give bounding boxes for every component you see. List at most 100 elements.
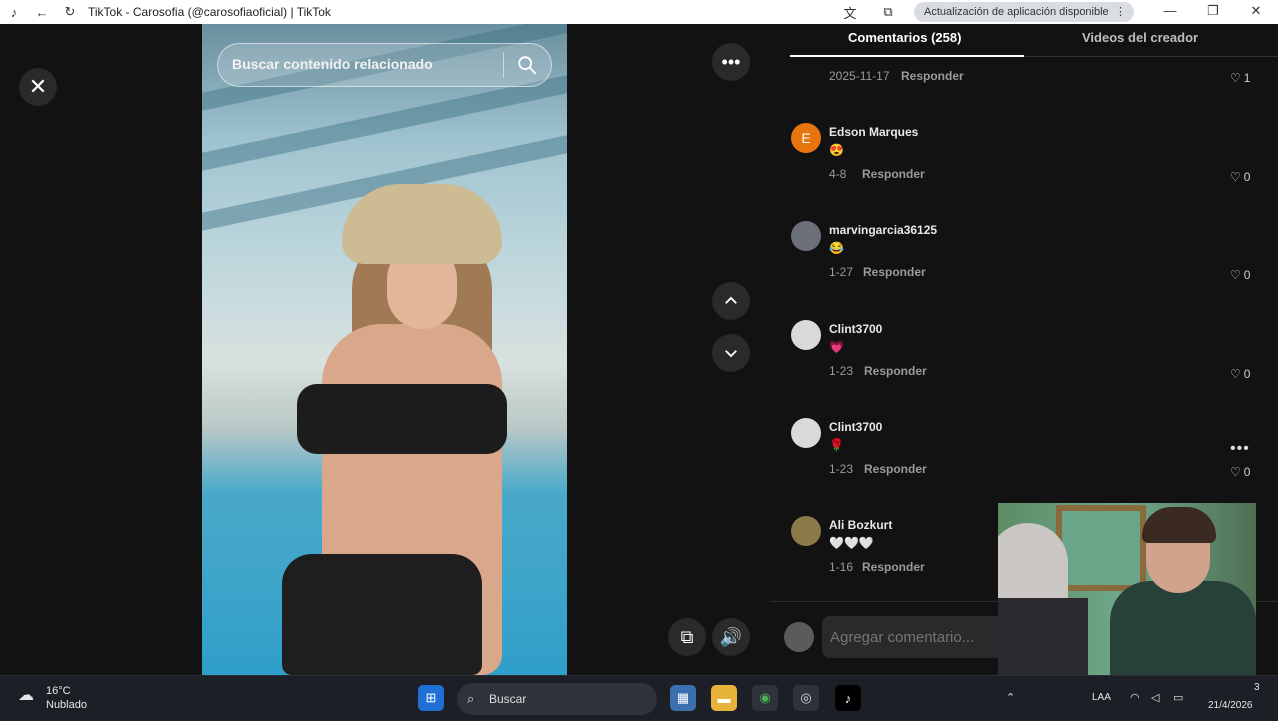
tab-creator-videos[interactable]: Videos del creador: [1082, 30, 1198, 45]
related-search-placeholder: Buscar contenido relacionado: [232, 56, 433, 72]
translate-icon[interactable]: 文: [842, 4, 858, 21]
reply-button[interactable]: Responder: [864, 462, 927, 476]
notification-count[interactable]: 3: [1254, 682, 1260, 693]
floating-player-button[interactable]: ⧉: [668, 618, 706, 656]
webcam-overlay: [998, 503, 1256, 675]
avatar[interactable]: [791, 418, 821, 448]
active-tab-indicator: [790, 55, 1024, 57]
wifi-icon[interactable]: ◠: [1130, 691, 1140, 704]
comment-username[interactable]: Clint3700: [829, 322, 882, 336]
chevron-down-icon: [725, 350, 737, 358]
like-count: 0: [1243, 170, 1251, 184]
comment-username[interactable]: Ali Bozkurt: [829, 518, 892, 532]
windows-taskbar: ☁ 16°C Nublado ⊞ ⌕ Buscar ▦ ▬ ◉ ◎ ♪ ⌃ LA…: [0, 675, 1278, 721]
start-icon[interactable]: ⊞: [418, 685, 444, 711]
video-viewer: ✕ Buscar contenido relacionado ••• ⧉ 🔊: [0, 24, 770, 675]
battery-icon[interactable]: ▭: [1173, 691, 1183, 704]
heart-icon: ♡: [1230, 465, 1241, 479]
more-options-button[interactable]: •••: [712, 43, 750, 81]
reply-button[interactable]: Responder: [863, 265, 926, 279]
taskbar-search[interactable]: ⌕ Buscar: [457, 683, 657, 715]
store-icon[interactable]: ▦: [670, 685, 696, 711]
browser-titlebar: ♪ ← ↻ TikTok - Carosofia (@carosofiaofic…: [0, 0, 1278, 24]
file-explorer-icon[interactable]: ▬: [711, 685, 737, 711]
tab-comments[interactable]: Comentarios (258): [848, 30, 961, 45]
show-hidden-icons[interactable]: ⌃: [1006, 691, 1015, 704]
comment-like[interactable]: ♡ 0: [1230, 268, 1250, 282]
heart-icon: ♡: [1230, 71, 1241, 85]
avatar: [784, 622, 814, 652]
window-close-button[interactable]: ✕: [1246, 3, 1266, 21]
like-count: 0: [1243, 367, 1251, 381]
minimize-button[interactable]: —: [1160, 3, 1180, 21]
comment-like[interactable]: ♡ 0: [1230, 367, 1250, 381]
video-figure-hat: [342, 184, 502, 264]
speaker-icon[interactable]: ◁: [1151, 691, 1159, 704]
comment-more-icon[interactable]: •••: [1230, 440, 1250, 458]
reload-icon[interactable]: ↻: [62, 4, 78, 20]
comment-like[interactable]: ♡ 0: [1230, 170, 1250, 184]
comment-date: 1-23: [829, 462, 854, 476]
avatar[interactable]: E: [791, 123, 821, 153]
clock-date[interactable]: 21/4/2026: [1208, 700, 1253, 711]
maximize-button[interactable]: ❐: [1203, 3, 1223, 21]
taskbar-search-label: Buscar: [489, 692, 527, 706]
video-player[interactable]: [202, 24, 567, 675]
comment-date: 1-23: [829, 364, 854, 378]
related-search-bar[interactable]: Buscar contenido relacionado: [217, 43, 552, 87]
close-icon: ✕: [28, 74, 48, 99]
webcam-picture-frame: [1056, 505, 1146, 591]
update-available-pill[interactable]: Actualización de aplicación disponible ⋮: [914, 2, 1134, 22]
panel-tabs: Comentarios (258) Videos del creador: [770, 24, 1278, 58]
chrome-icon[interactable]: ◉: [752, 685, 778, 711]
volume-icon: 🔊: [719, 626, 743, 647]
heart-icon: ♡: [1230, 170, 1241, 184]
weather-icon[interactable]: ☁: [18, 685, 34, 705]
back-arrow-icon[interactable]: ←: [34, 4, 50, 20]
avatar[interactable]: [791, 221, 821, 251]
comment-username[interactable]: Edson Marques: [829, 125, 918, 139]
search-icon[interactable]: [516, 54, 538, 76]
avatar[interactable]: [791, 320, 821, 350]
volume-button[interactable]: 🔊: [712, 618, 750, 656]
update-menu-icon[interactable]: ⋮: [1115, 2, 1126, 22]
video-figure-top: [297, 384, 507, 454]
update-notice-label: Actualización de aplicación disponible: [924, 6, 1109, 18]
comment-text: 💗: [829, 340, 844, 354]
close-viewer-button[interactable]: ✕: [19, 68, 57, 106]
like-count: 0: [1243, 465, 1251, 479]
webcam-person-left-shirt: [998, 598, 1088, 675]
webcam-person-right-shirt: [1110, 581, 1256, 675]
weather-temp[interactable]: 16°C: [46, 685, 71, 697]
reply-button[interactable]: Responder: [901, 69, 964, 83]
comment-text: 😍: [829, 143, 844, 157]
comment-username[interactable]: marvingarcia36125: [829, 223, 937, 237]
next-video-button[interactable]: [712, 334, 750, 372]
comment-date: 1-27: [829, 265, 854, 279]
comment-like[interactable]: ♡ 1: [1230, 71, 1250, 85]
floating-player-icon: ⧉: [680, 626, 694, 647]
tiktok-taskbar-icon[interactable]: ♪: [835, 685, 861, 711]
search-icon: ⌕: [467, 691, 475, 706]
comment-like[interactable]: ♡ 0: [1230, 465, 1250, 479]
language-indicator[interactable]: LAA: [1092, 692, 1111, 703]
extensions-icon[interactable]: ⧉: [880, 4, 896, 20]
tiktok-logo-icon: ♪: [10, 4, 18, 20]
search-divider: [503, 52, 504, 78]
app-icon[interactable]: ◎: [793, 685, 819, 711]
video-figure-skirt: [282, 554, 482, 675]
reply-button[interactable]: Responder: [862, 167, 925, 181]
comment-text: 😂: [829, 241, 844, 255]
chevron-up-icon: [725, 296, 737, 304]
avatar[interactable]: [791, 516, 821, 546]
comment-username[interactable]: Clint3700: [829, 420, 882, 434]
weather-desc[interactable]: Nublado: [46, 699, 87, 711]
more-dots-icon: •••: [721, 51, 741, 72]
reply-button[interactable]: Responder: [862, 560, 925, 574]
reply-button[interactable]: Responder: [864, 364, 927, 378]
like-count: 0: [1243, 268, 1251, 282]
comment-text: 🤍🤍🤍: [829, 536, 874, 550]
previous-video-button[interactable]: [712, 282, 750, 320]
page-title: TikTok - Carosofia (@carosofiaoficial) |…: [88, 5, 331, 19]
comment-date: 2025-11-17: [829, 69, 890, 83]
